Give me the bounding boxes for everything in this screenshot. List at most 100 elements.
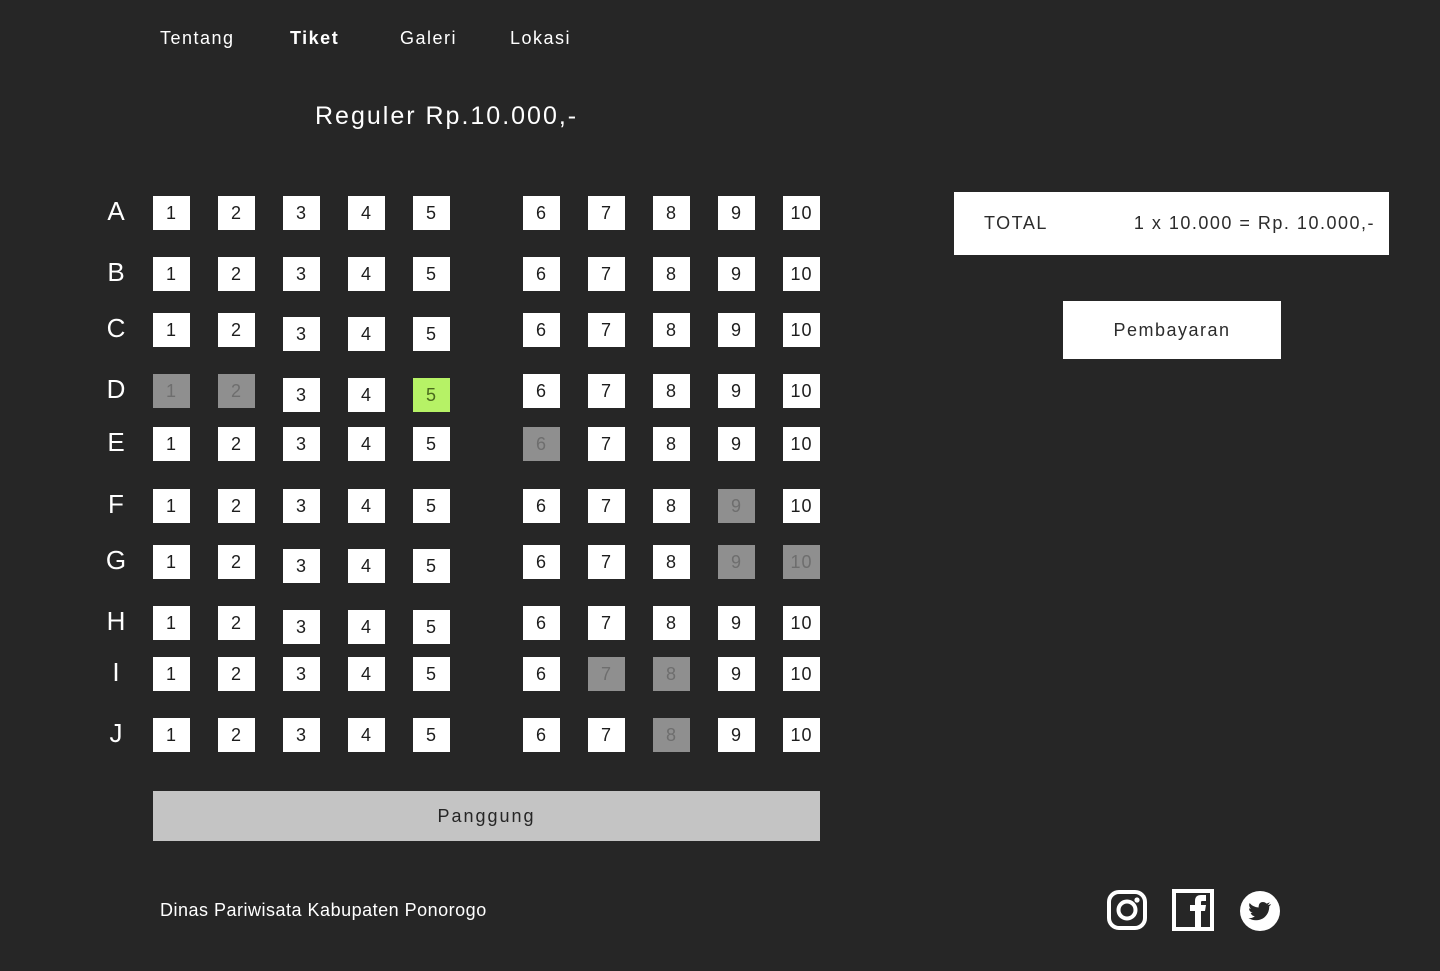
seat-b-7[interactable]: 7 xyxy=(588,257,625,291)
seat-c-9[interactable]: 9 xyxy=(718,313,755,347)
seat-i-1[interactable]: 1 xyxy=(153,657,190,691)
seat-f-6[interactable]: 6 xyxy=(523,489,560,523)
seat-j-7[interactable]: 7 xyxy=(588,718,625,752)
seat-e-3[interactable]: 3 xyxy=(283,427,320,461)
seat-a-2[interactable]: 2 xyxy=(218,196,255,230)
seat-e-4[interactable]: 4 xyxy=(348,427,385,461)
seat-h-2[interactable]: 2 xyxy=(218,606,255,640)
seat-h-9[interactable]: 9 xyxy=(718,606,755,640)
seat-e-2[interactable]: 2 xyxy=(218,427,255,461)
facebook-icon[interactable] xyxy=(1172,889,1214,933)
seat-c-3[interactable]: 3 xyxy=(283,317,320,351)
seat-i-9[interactable]: 9 xyxy=(718,657,755,691)
seat-f-2[interactable]: 2 xyxy=(218,489,255,523)
seat-f-8[interactable]: 8 xyxy=(653,489,690,523)
seat-g-1[interactable]: 1 xyxy=(153,545,190,579)
seat-c-5[interactable]: 5 xyxy=(413,317,450,351)
instagram-icon[interactable] xyxy=(1106,889,1148,933)
nav-item-galeri[interactable]: Galeri xyxy=(400,28,457,49)
seat-e-9[interactable]: 9 xyxy=(718,427,755,461)
seat-f-5[interactable]: 5 xyxy=(413,489,450,523)
seat-a-4[interactable]: 4 xyxy=(348,196,385,230)
seat-e-8[interactable]: 8 xyxy=(653,427,690,461)
seat-f-1[interactable]: 1 xyxy=(153,489,190,523)
seat-c-7[interactable]: 7 xyxy=(588,313,625,347)
seat-d-8[interactable]: 8 xyxy=(653,374,690,408)
seat-g-6[interactable]: 6 xyxy=(523,545,560,579)
seat-j-4[interactable]: 4 xyxy=(348,718,385,752)
seat-e-7[interactable]: 7 xyxy=(588,427,625,461)
seat-d-6[interactable]: 6 xyxy=(523,374,560,408)
seat-h-7[interactable]: 7 xyxy=(588,606,625,640)
seat-j-1[interactable]: 1 xyxy=(153,718,190,752)
seat-d-3[interactable]: 3 xyxy=(283,378,320,412)
seat-a-9[interactable]: 9 xyxy=(718,196,755,230)
seat-g-8[interactable]: 8 xyxy=(653,545,690,579)
seat-b-4[interactable]: 4 xyxy=(348,257,385,291)
seat-h-3[interactable]: 3 xyxy=(283,610,320,644)
seat-c-1[interactable]: 1 xyxy=(153,313,190,347)
payment-button[interactable]: Pembayaran xyxy=(1063,301,1281,359)
seat-a-10[interactable]: 10 xyxy=(783,196,820,230)
seat-a-6[interactable]: 6 xyxy=(523,196,560,230)
nav-item-tiket[interactable]: Tiket xyxy=(290,28,339,49)
nav-item-lokasi[interactable]: Lokasi xyxy=(510,28,571,49)
seat-e-1[interactable]: 1 xyxy=(153,427,190,461)
seat-d-7[interactable]: 7 xyxy=(588,374,625,408)
seat-b-9[interactable]: 9 xyxy=(718,257,755,291)
seat-d-9[interactable]: 9 xyxy=(718,374,755,408)
seat-h-6[interactable]: 6 xyxy=(523,606,560,640)
seat-a-5[interactable]: 5 xyxy=(413,196,450,230)
seat-g-2[interactable]: 2 xyxy=(218,545,255,579)
seat-b-1[interactable]: 1 xyxy=(153,257,190,291)
seat-e-5[interactable]: 5 xyxy=(413,427,450,461)
seat-c-2[interactable]: 2 xyxy=(218,313,255,347)
seat-b-3[interactable]: 3 xyxy=(283,257,320,291)
seat-b-5[interactable]: 5 xyxy=(413,257,450,291)
seat-h-4[interactable]: 4 xyxy=(348,610,385,644)
seat-h-8[interactable]: 8 xyxy=(653,606,690,640)
seat-i-6[interactable]: 6 xyxy=(523,657,560,691)
seat-j-5[interactable]: 5 xyxy=(413,718,450,752)
seat-g-7[interactable]: 7 xyxy=(588,545,625,579)
seat-i-4[interactable]: 4 xyxy=(348,657,385,691)
seat-g-5[interactable]: 5 xyxy=(413,549,450,583)
seat-i-3[interactable]: 3 xyxy=(283,657,320,691)
seat-g-4[interactable]: 4 xyxy=(348,549,385,583)
seat-c-6[interactable]: 6 xyxy=(523,313,560,347)
seat-h-5[interactable]: 5 xyxy=(413,610,450,644)
seat-b-10[interactable]: 10 xyxy=(783,257,820,291)
nav-item-tentang[interactable]: Tentang xyxy=(160,28,235,49)
seat-d-4[interactable]: 4 xyxy=(348,378,385,412)
seat-f-10[interactable]: 10 xyxy=(783,489,820,523)
seat-b-8[interactable]: 8 xyxy=(653,257,690,291)
seat-f-7[interactable]: 7 xyxy=(588,489,625,523)
seat-i-2[interactable]: 2 xyxy=(218,657,255,691)
seat-c-10[interactable]: 10 xyxy=(783,313,820,347)
seat-j-9[interactable]: 9 xyxy=(718,718,755,752)
seat-b-6[interactable]: 6 xyxy=(523,257,560,291)
seat-j-10[interactable]: 10 xyxy=(783,718,820,752)
seat-d-10[interactable]: 10 xyxy=(783,374,820,408)
seat-g-3[interactable]: 3 xyxy=(283,549,320,583)
seat-a-7[interactable]: 7 xyxy=(588,196,625,230)
seat-b-2[interactable]: 2 xyxy=(218,257,255,291)
seat-c-4[interactable]: 4 xyxy=(348,317,385,351)
seat-h-1[interactable]: 1 xyxy=(153,606,190,640)
seat-j-2[interactable]: 2 xyxy=(218,718,255,752)
seat-e-10[interactable]: 10 xyxy=(783,427,820,461)
seat-a-1[interactable]: 1 xyxy=(153,196,190,230)
row-label-h: H xyxy=(106,606,126,636)
seat-f-4[interactable]: 4 xyxy=(348,489,385,523)
seat-i-5[interactable]: 5 xyxy=(413,657,450,691)
seat-d-5[interactable]: 5 xyxy=(413,378,450,412)
seat-i-10[interactable]: 10 xyxy=(783,657,820,691)
seat-h-10[interactable]: 10 xyxy=(783,606,820,640)
seat-a-3[interactable]: 3 xyxy=(283,196,320,230)
seat-j-6[interactable]: 6 xyxy=(523,718,560,752)
seat-f-3[interactable]: 3 xyxy=(283,489,320,523)
seat-j-3[interactable]: 3 xyxy=(283,718,320,752)
seat-a-8[interactable]: 8 xyxy=(653,196,690,230)
twitter-icon[interactable] xyxy=(1239,889,1281,933)
seat-c-8[interactable]: 8 xyxy=(653,313,690,347)
